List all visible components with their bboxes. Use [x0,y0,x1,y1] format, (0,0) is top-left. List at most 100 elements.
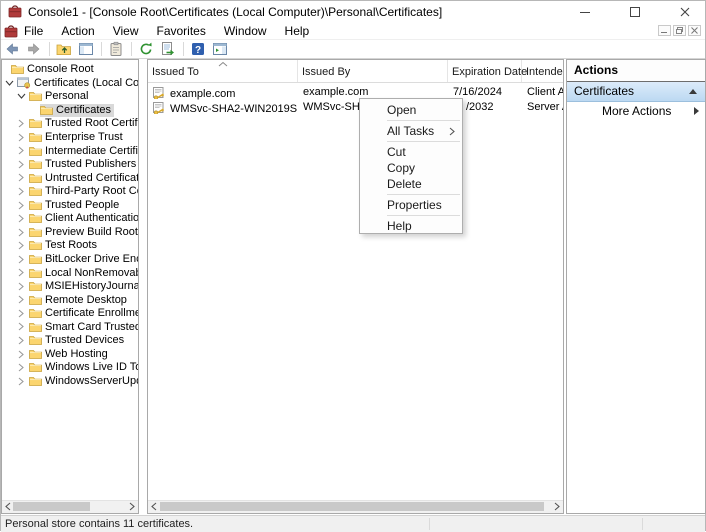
tree-item-console-root[interactable]: Console Root [2,63,138,77]
menu-help[interactable]: Help [276,23,319,39]
tree-item-certificates[interactable]: Certificates [2,104,138,118]
more-actions-item[interactable]: More Actions [567,102,705,120]
scroll-right-icon[interactable] [551,501,563,512]
tree-item-main[interactable]: Client Authentication Issuers [29,212,138,226]
toolbar-forward-button[interactable] [26,41,42,57]
tree-item-main[interactable]: Trusted Devices [29,334,127,348]
tree-item-main[interactable]: Enterprise Trust [29,131,126,145]
tree-item-main[interactable]: BitLocker Drive Encryption Certificates [29,253,138,267]
child-minimize-button[interactable] [658,25,671,36]
chevron-collapsed-icon[interactable] [17,201,25,210]
toolbar-export-list-button[interactable] [160,41,176,57]
tree-item-main[interactable]: Local NonRemovable Certificates [29,266,138,280]
toolbar-up-one-level-button[interactable] [56,41,72,57]
toolbar-help-button[interactable]: ? [190,41,206,57]
tree-item-main[interactable]: Trusted Root Certification Authorities [29,117,138,131]
toolbar-console-tree-button[interactable] [78,41,94,57]
tree-item-main[interactable]: MSIEHistoryJournal [29,280,138,294]
context-menu-properties[interactable]: Properties [360,197,462,213]
context-menu-delete[interactable]: Delete [360,176,462,192]
tree-item-test-roots[interactable]: Test Roots [2,239,138,253]
chevron-collapsed-icon[interactable] [17,241,25,250]
tree-item-untrusted-certificates[interactable]: Untrusted Certificates [2,171,138,185]
context-menu-copy[interactable]: Copy [360,160,462,176]
chevron-expanded-icon[interactable] [17,92,26,100]
tree-item-main[interactable]: Smart Card Trusted Roots [29,320,138,334]
scroll-right-icon[interactable] [126,501,138,512]
chevron-collapsed-icon[interactable] [17,160,25,169]
chevron-collapsed-icon[interactable] [17,268,25,277]
tree-item-msiehistoryjournal[interactable]: MSIEHistoryJournal [2,280,138,294]
tree-item-web-hosting[interactable]: Web Hosting [2,348,138,362]
tree-item-main[interactable]: Trusted Publishers [29,158,138,172]
chevron-collapsed-icon[interactable] [17,187,25,196]
tree-item-preview-build-roots[interactable]: Preview Build Roots [2,226,138,240]
collapse-up-icon[interactable] [689,89,697,94]
tree-item-trusted-root-certification-authorities[interactable]: Trusted Root Certification Authorities [2,117,138,131]
tree-item-main[interactable]: WindowsServerUpdateServices [29,375,138,389]
list-horizontal-scrollbar[interactable] [148,500,563,513]
chevron-collapsed-icon[interactable] [17,228,25,237]
chevron-collapsed-icon[interactable] [17,146,25,155]
scroll-left-icon[interactable] [148,501,160,512]
child-restore-button[interactable] [673,25,686,36]
tree-item-main[interactable]: Certificates [40,104,114,118]
menu-file[interactable]: File [15,23,52,39]
chevron-collapsed-icon[interactable] [17,295,25,304]
tree-item-main[interactable]: Intermediate Certification Authorities [29,144,138,158]
column-header-intended-purposes[interactable]: Intended Purposes [522,60,564,82]
tree-item-main[interactable]: Trusted People [29,199,122,213]
tree-item-certificates-local-computer[interactable]: Certificates (Local Computer) [2,77,138,91]
tree-item-windows-live-id-token-issuer[interactable]: Windows Live ID Token Issuer [2,361,138,375]
chevron-expanded-icon[interactable] [5,79,14,87]
chevron-collapsed-icon[interactable] [17,214,25,223]
actions-group-certificates[interactable]: Certificates [567,82,705,102]
tree-item-main[interactable]: Third-Party Root Certification Authoriti… [29,185,138,199]
tree-item-trusted-devices[interactable]: Trusted Devices [2,334,138,348]
column-header-issued-by[interactable]: Issued By [298,60,448,82]
maximize-button[interactable] [612,1,657,23]
tree-item-smart-card-trusted-roots[interactable]: Smart Card Trusted Roots [2,320,138,334]
child-close-button[interactable] [688,25,701,36]
certificate-row-wmsvc-sha2-win2019servad[interactable]: WMSvc-SHA2-WIN2019SERVADWMSvc-SHA2/2032S… [148,100,563,115]
toolbar-action-pane-button[interactable] [212,41,228,57]
tree-item-windowsserverupdateservices[interactable]: WindowsServerUpdateServices [2,375,138,389]
tree-item-main[interactable]: Personal [29,90,91,104]
chevron-collapsed-icon[interactable] [17,133,25,142]
context-menu-open[interactable]: Open [360,102,462,118]
chevron-collapsed-icon[interactable] [17,309,25,318]
context-menu-cut[interactable]: Cut [360,144,462,160]
chevron-collapsed-icon[interactable] [17,322,25,331]
tree-item-main[interactable]: Console Root [11,63,97,77]
tree-item-main[interactable]: Certificate Enrollment Requests [29,307,138,321]
tree-item-main[interactable]: Remote Desktop [29,293,130,307]
tree-item-intermediate-certification-authorities[interactable]: Intermediate Certification Authorities [2,144,138,158]
chevron-collapsed-icon[interactable] [17,336,25,345]
chevron-collapsed-icon[interactable] [17,173,25,182]
tree-item-client-authentication-issuers[interactable]: Client Authentication Issuers [2,212,138,226]
tree-item-trusted-publishers[interactable]: Trusted Publishers [2,158,138,172]
tree-item-main[interactable]: Windows Live ID Token Issuer [29,361,138,375]
context-menu-all-tasks[interactable]: All Tasks [360,123,462,139]
tree-item-third-party-root-certification-authorities[interactable]: Third-Party Root Certification Authoriti… [2,185,138,199]
menu-action[interactable]: Action [52,23,103,39]
scrollbar-thumb[interactable] [13,502,90,511]
column-header-expiration-date[interactable]: Expiration Date [448,60,522,82]
minimize-button[interactable] [562,1,607,23]
toolbar-refresh-button[interactable] [138,41,154,57]
toolbar-clipboard-button[interactable] [108,41,124,57]
context-menu-help[interactable]: Help [360,218,462,234]
menu-view[interactable]: View [104,23,148,39]
tree-item-main[interactable]: Test Roots [29,239,100,253]
column-header-issued-to[interactable]: Issued To [148,60,298,82]
tree-item-main[interactable]: Web Hosting [29,348,111,362]
chevron-collapsed-icon[interactable] [17,377,25,386]
chevron-collapsed-icon[interactable] [17,363,25,372]
menu-favorites[interactable]: Favorites [148,23,215,39]
tree-item-main[interactable]: Preview Build Roots [29,226,138,240]
tree-item-certificate-enrollment-requests[interactable]: Certificate Enrollment Requests [2,307,138,321]
tree-item-enterprise-trust[interactable]: Enterprise Trust [2,131,138,145]
tree-horizontal-scrollbar[interactable] [2,500,138,513]
tree-item-remote-desktop[interactable]: Remote Desktop [2,293,138,307]
chevron-collapsed-icon[interactable] [17,350,25,359]
